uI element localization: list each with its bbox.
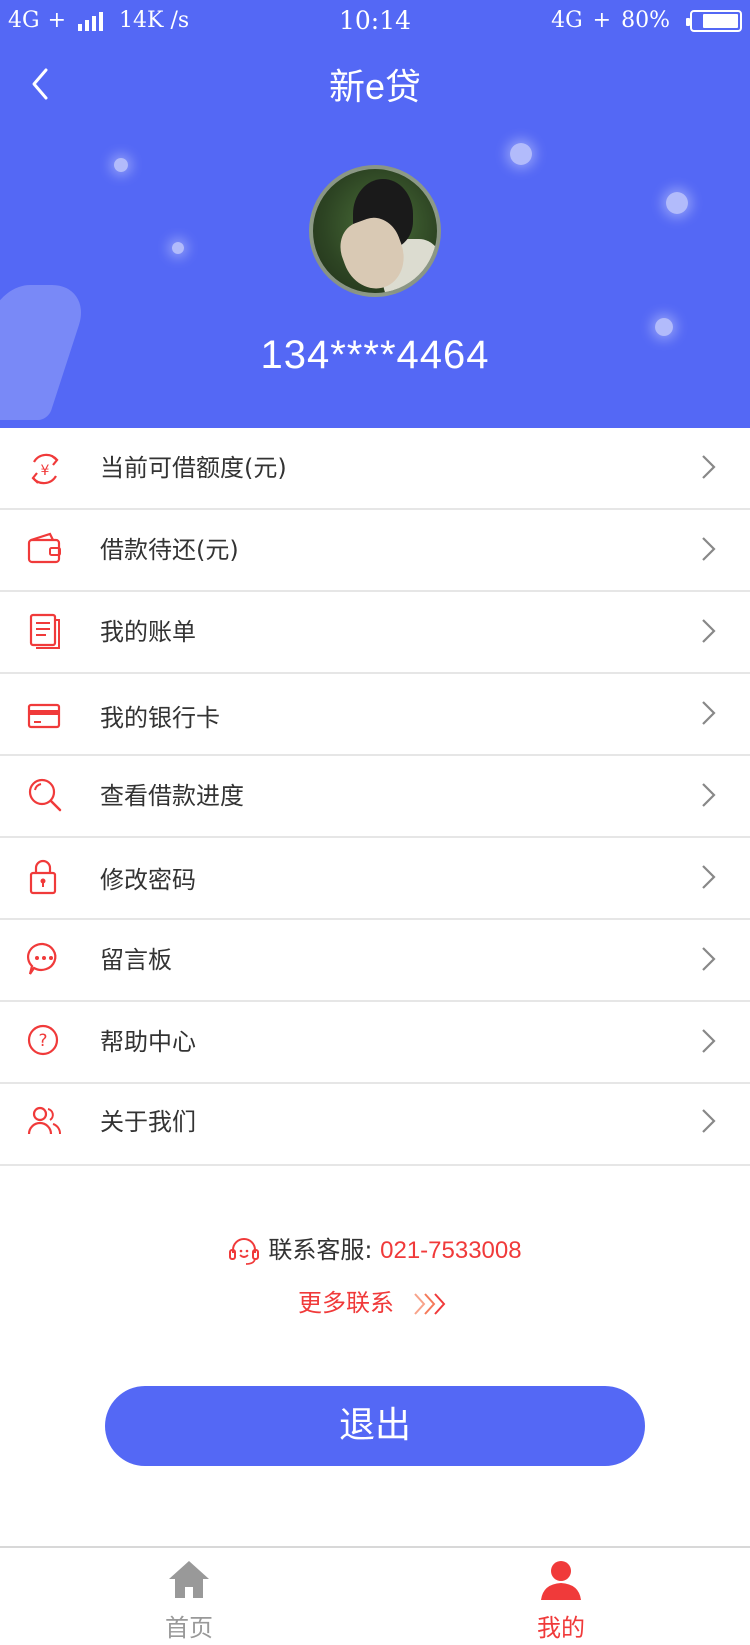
menu-item-label: 我的账单 xyxy=(100,618,196,646)
more-contact-link[interactable]: 更多联系 xyxy=(0,1283,750,1318)
chevron-right-icon xyxy=(702,455,716,479)
svg-text:¥: ¥ xyxy=(41,463,50,479)
chevron-right-icon xyxy=(702,947,716,971)
profile-header: 4G + 14K /s 10:14 4G + 80% 新e贷 134****44… xyxy=(0,0,750,428)
menu-item-label: 关于我们 xyxy=(100,1108,196,1136)
more-contact-label: 更多联系 xyxy=(298,1289,394,1317)
lock-icon xyxy=(29,859,57,895)
page-title: 新e贷 xyxy=(328,66,422,107)
tab-mine[interactable]: 我的 xyxy=(481,1548,641,1645)
users-icon xyxy=(27,1106,61,1135)
chevron-right-icon xyxy=(702,1029,716,1053)
decor-dot xyxy=(510,143,532,165)
wallet-icon xyxy=(27,532,61,564)
menu-item-label: 查看借款进度 xyxy=(100,782,244,810)
chevron-right-icon xyxy=(702,537,716,561)
chevron-right-icon xyxy=(702,1109,716,1133)
tab-home-label: 首页 xyxy=(165,1614,213,1642)
status-bar: 4G + 14K /s 10:14 4G + 80% xyxy=(0,0,750,42)
battery-percent: 80% xyxy=(621,8,670,33)
search-icon xyxy=(28,778,62,812)
person-icon xyxy=(541,1561,581,1600)
contact-label: 联系客服: xyxy=(268,1236,373,1264)
chevron-right-icon xyxy=(702,783,716,807)
network-plus-icon: + xyxy=(592,8,612,33)
menu-item-label: 借款待还(元) xyxy=(100,536,239,564)
tab-home[interactable]: 首页 xyxy=(109,1548,269,1645)
menu-item-available-credit[interactable]: ¥ 当前可借额度(元) xyxy=(0,428,750,510)
decor-dot xyxy=(172,242,184,254)
menu-item-bank-cards[interactable]: 我的银行卡 xyxy=(0,674,750,756)
chevron-right-icon xyxy=(702,865,716,889)
decor-dot xyxy=(114,158,128,172)
tab-mine-label: 我的 xyxy=(537,1614,585,1642)
network-type-right: 4G xyxy=(551,8,583,33)
chevron-right-icon xyxy=(702,701,716,725)
menu-item-loan-progress[interactable]: 查看借款进度 xyxy=(0,756,750,838)
menu-item-my-bills[interactable]: 我的账单 xyxy=(0,592,750,674)
yuan-refresh-icon: ¥ xyxy=(31,453,59,485)
menu-item-label: 当前可借额度(元) xyxy=(100,454,287,482)
menu-item-label: 留言板 xyxy=(100,946,172,974)
double-chevron-right-icon xyxy=(414,1293,446,1315)
message-icon xyxy=(27,942,57,975)
menu-item-label: 帮助中心 xyxy=(100,1028,196,1056)
battery-icon xyxy=(686,9,742,32)
menu-item-about-us[interactable]: 关于我们 xyxy=(0,1084,750,1166)
logout-button[interactable]: 退出 xyxy=(105,1386,645,1466)
bottom-tab-bar: 首页 我的 xyxy=(0,1546,750,1645)
user-phone: 134****4464 xyxy=(260,333,490,377)
help-icon: ? xyxy=(27,1024,59,1056)
contact-phone[interactable]: 021-7533008 xyxy=(380,1237,521,1264)
decor-dot xyxy=(666,192,688,214)
customer-service[interactable]: 联系客服: 021-7533008 xyxy=(0,1230,750,1267)
menu-item-label: 我的银行卡 xyxy=(100,704,220,732)
menu-item-help-center[interactable]: ? 帮助中心 xyxy=(0,1002,750,1084)
svg-text:?: ? xyxy=(38,1031,47,1051)
menu-item-pending-repayment[interactable]: 借款待还(元) xyxy=(0,510,750,592)
chevron-right-icon xyxy=(702,619,716,643)
menu-item-change-password[interactable]: 修改密码 xyxy=(0,838,750,920)
bill-icon xyxy=(29,613,60,649)
menu-item-message-board[interactable]: 留言板 xyxy=(0,920,750,1002)
headset-icon xyxy=(229,1238,260,1265)
bank-card-icon xyxy=(27,703,61,729)
avatar[interactable] xyxy=(309,165,441,297)
home-icon xyxy=(169,1561,209,1598)
menu-item-label: 修改密码 xyxy=(100,866,196,894)
